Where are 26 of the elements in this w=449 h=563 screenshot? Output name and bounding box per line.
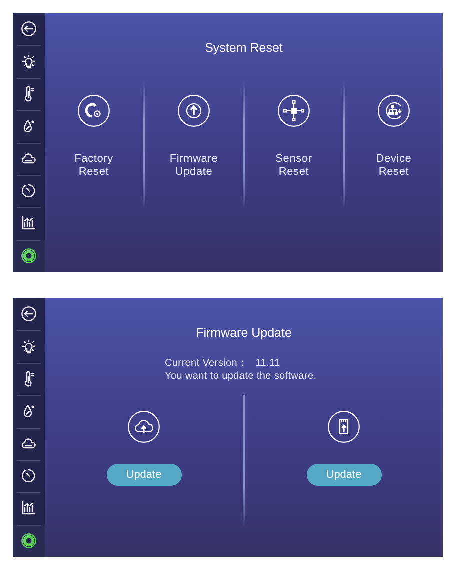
light-bulb-icon[interactable] <box>21 338 37 355</box>
hierarchy-icon <box>378 95 410 127</box>
chart-icon[interactable] <box>21 500 37 516</box>
chart-icon[interactable] <box>21 215 37 232</box>
cloud-upload-icon <box>128 411 160 443</box>
version-number: 11.11 <box>256 358 280 370</box>
reset-option[interactable]: Device Reset <box>345 81 443 209</box>
reset-option[interactable]: Firmware Update <box>145 81 243 209</box>
update-message: You want to update the software. <box>165 370 317 383</box>
ring-icon[interactable] <box>21 248 37 264</box>
network-node-icon <box>278 95 310 127</box>
screen-title: System Reset <box>204 41 284 55</box>
memory-card-icon <box>328 411 360 443</box>
dial-icon[interactable] <box>21 183 37 200</box>
arrow-left-icon[interactable] <box>21 21 37 38</box>
ring-icon[interactable] <box>21 532 37 549</box>
version-label: Current Version： <box>165 358 248 370</box>
screen-title: Firmware Update <box>195 326 293 340</box>
arrow-left-icon[interactable] <box>21 306 37 322</box>
reset-option[interactable]: Factory Reset <box>45 81 143 209</box>
reset-option[interactable]: Sensor Reset <box>245 81 343 209</box>
water-drop-icon[interactable] <box>21 118 37 134</box>
dial-icon[interactable] <box>21 468 37 484</box>
light-bulb-icon[interactable] <box>21 54 37 70</box>
water-drop-icon[interactable] <box>21 403 37 420</box>
refresh-gear-icon <box>78 95 110 127</box>
